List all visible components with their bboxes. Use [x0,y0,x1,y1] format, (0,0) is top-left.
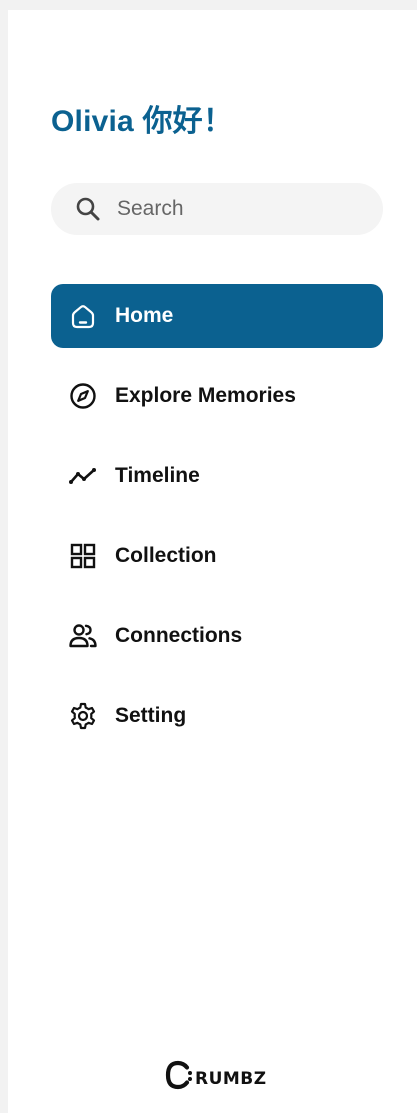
sidebar-item-label: Timeline [115,464,200,487]
sidebar-item-label: Collection [115,544,217,567]
trend-line-icon [68,461,98,491]
sidebar-item-label: Setting [115,704,187,727]
gear-icon [68,701,98,731]
sidebar-item-explore-memories[interactable]: Explore Memories [51,364,383,428]
sidebar-item-label: Connections [115,624,243,647]
sidebar-item-home[interactable]: Home [51,284,383,348]
sidebar-nav: Home Explore Memories Timeline Collectio… [51,284,383,764]
sidebar-item-timeline[interactable]: Timeline [51,444,383,508]
crumbz-logo: RUMBZ [163,1055,273,1091]
sidebar-item-connections[interactable]: Connections [51,604,383,668]
crumbz-logo-mark [165,1060,192,1090]
sidebar-item-setting[interactable]: Setting [51,684,383,748]
crumbz-logo-wordmark: RUMBZ [195,1069,267,1089]
grid-icon [68,541,98,571]
compass-icon [68,381,98,411]
sidebar: Olivia 你好！ Home [8,10,417,1113]
search-bar[interactable] [51,183,383,235]
search-icon [75,196,101,222]
sidebar-item-collection[interactable]: Collection [51,524,383,588]
home-icon [68,301,98,331]
search-input[interactable] [115,196,359,222]
sidebar-item-label: Home [115,304,174,327]
users-icon [68,621,98,651]
greeting-title: Olivia 你好！ [51,105,234,138]
sidebar-item-label: Explore Memories [115,384,296,407]
